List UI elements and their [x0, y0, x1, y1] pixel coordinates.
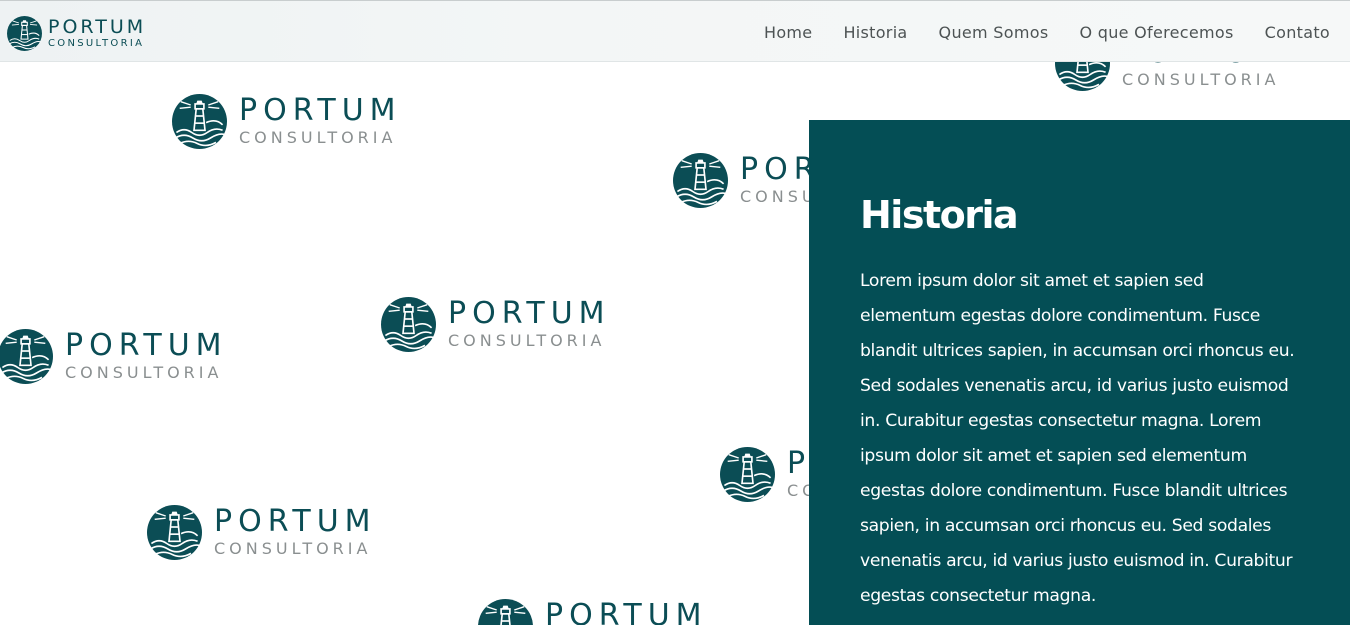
background-logo-subtitle: CONSULTORIA [239, 128, 397, 147]
lighthouse-logo-icon [172, 94, 227, 149]
lighthouse-logo-icon [478, 599, 533, 625]
background-logo-subtitle: CONSULTORIA [65, 363, 223, 382]
background-logo-name: PORTUM [545, 598, 708, 625]
lighthouse-logo-icon [673, 153, 728, 208]
lighthouse-logo-icon [7, 16, 42, 51]
brand-logo[interactable]: PORTUM CONSULTORIA [7, 15, 146, 51]
background-logo: PORTUM CONSULTORIA [172, 93, 402, 149]
panel-title: Historia [860, 193, 1019, 237]
lighthouse-logo-icon [720, 447, 775, 502]
background-logo-name: PORTUM [239, 93, 402, 128]
background-logo: PORTUM CONSULTORIA [478, 598, 708, 625]
page: PORTUM CONSULTORIA Home Historia Quem So… [0, 0, 1350, 625]
background-logo: PORTUM CONSULTORIA [0, 328, 228, 384]
background-logo: PORTUM CONSULTORIA [381, 296, 611, 352]
brand-name: PORTUM [48, 15, 147, 38]
nav-quem-somos[interactable]: Quem Somos [939, 23, 1049, 42]
historia-panel: Historia Lorem ipsum dolor sit amet et s… [809, 120, 1350, 625]
nav-historia[interactable]: Historia [843, 23, 907, 42]
nav-contato[interactable]: Contato [1265, 23, 1330, 42]
nav-o-que-oferecemos[interactable]: O que Oferecemos [1079, 23, 1233, 42]
background-logo-subtitle: CONSULTORIA [1122, 70, 1280, 89]
background-logo-name: PORTUM [65, 328, 228, 363]
lighthouse-logo-icon [147, 505, 202, 560]
lighthouse-logo-icon [381, 297, 436, 352]
panel-text: Lorem ipsum dolor sit amet et sapien sed… [860, 271, 1295, 606]
brand-wordmark: PORTUM CONSULTORIA [48, 15, 147, 49]
background-logo-name: PORTUM [214, 504, 377, 539]
lighthouse-logo-icon [0, 329, 53, 384]
background-logo: PORTUM CONSULTORIA [147, 504, 377, 560]
background-logo-name: PORTUM [448, 296, 611, 331]
background-logo-subtitle: CONSULTORIA [448, 331, 606, 350]
background-logo-subtitle: CONSULTORIA [214, 539, 372, 558]
main-nav: Home Historia Quem Somos O que Oferecemo… [733, 1, 1330, 63]
nav-home[interactable]: Home [764, 23, 812, 42]
brand-subtitle: CONSULTORIA [48, 37, 145, 49]
top-navbar: PORTUM CONSULTORIA Home Historia Quem So… [0, 0, 1350, 62]
